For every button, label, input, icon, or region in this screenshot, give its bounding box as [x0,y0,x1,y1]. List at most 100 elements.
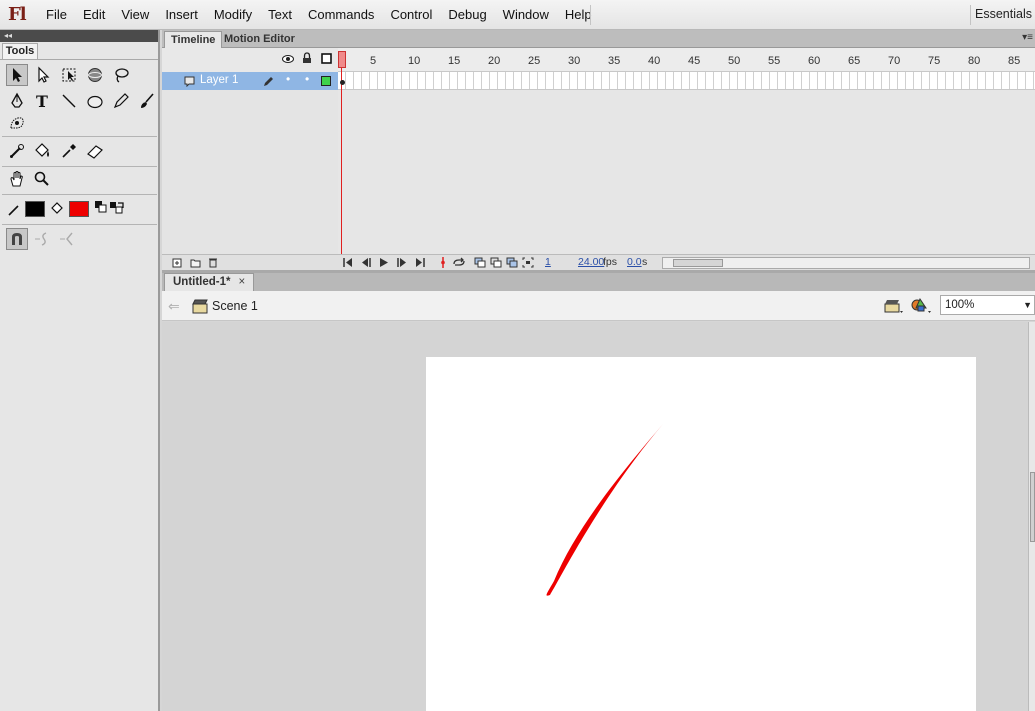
time-unit: s [642,256,648,268]
new-layer-icon[interactable] [172,258,182,268]
current-frame[interactable]: 1 [545,256,551,268]
smooth-icon[interactable] [31,228,53,250]
show-hide-eye-icon[interactable] [282,54,294,64]
delete-layer-icon[interactable] [208,257,218,268]
playhead[interactable] [338,51,346,68]
straighten-icon[interactable] [56,228,78,250]
menu-edit[interactable]: Edit [75,0,113,30]
subselection-tool-icon[interactable] [31,64,53,86]
eyedropper-tool-icon[interactable] [58,140,80,162]
panel-menu-icon[interactable]: ▾≡ [1022,32,1033,43]
collapse-panel-button[interactable]: ◂◂ [0,30,158,42]
stroke-color-swatch[interactable] [25,201,45,217]
menu-insert[interactable]: Insert [157,0,206,30]
brush-stroke[interactable] [426,357,976,711]
layer-name[interactable]: Layer 1 [200,74,238,86]
lasso-tool-icon[interactable] [110,64,132,86]
fps-unit: fps [603,256,618,268]
menu-modify[interactable]: Modify [206,0,260,30]
eraser-tool-icon[interactable] [84,140,106,162]
bone-tool-icon[interactable] [6,140,28,162]
modify-onion-markers-icon[interactable] [522,257,534,268]
layer-outline-color-swatch[interactable] [321,76,331,86]
back-arrow-icon[interactable]: ⇐ [168,298,180,315]
divider [2,166,157,167]
loop-icon[interactable] [452,257,466,268]
frame-rate[interactable]: 24.00 [578,256,604,268]
pasteboard[interactable] [162,322,1035,711]
oval-tool-icon[interactable] [84,90,106,112]
text-tool-icon[interactable]: T [31,90,53,112]
workspace-switcher[interactable]: Essentials [975,0,1032,30]
fill-color-swatch[interactable] [69,201,89,217]
menu-control[interactable]: Control [382,0,440,30]
document-tab[interactable]: Untitled-1* × [164,273,255,291]
ruler-label: 80 [968,55,981,67]
zoom-tool-icon[interactable] [31,168,53,190]
visibility-dot-icon[interactable]: • [286,72,290,86]
menu-view[interactable]: View [113,0,157,30]
divider [0,59,158,60]
outline-icon[interactable] [321,53,332,64]
timeline-horizontal-scrollbar[interactable] [662,257,1030,269]
free-transform-tool-icon[interactable] [58,64,80,86]
tools-panel: ◂◂ Tools T [0,30,160,711]
lock-icon[interactable] [302,52,312,64]
edit-symbols-icon[interactable] [910,296,932,315]
menu-window[interactable]: Window [495,0,557,30]
menu-debug[interactable]: Debug [440,0,494,30]
menu-help[interactable]: Help [557,0,600,30]
menu-file[interactable]: File [38,0,75,30]
line-tool-icon[interactable] [58,90,80,112]
divider [2,136,157,137]
close-icon[interactable]: × [239,276,246,288]
scrollbar-thumb[interactable] [673,259,723,267]
3d-rotation-tool-icon[interactable] [84,64,106,86]
tools-tab[interactable]: Tools [2,43,38,59]
layer-icon [184,76,195,87]
ruler-label: 70 [888,55,901,67]
zoom-select[interactable]: 100% ▼ [940,295,1035,315]
timeline-tabs: Timeline Motion Editor ▾≡ [162,30,1035,48]
go-to-first-frame-icon[interactable] [342,257,354,268]
playhead-line [341,68,342,256]
stage[interactable] [426,357,976,711]
ruler-label: 75 [928,55,941,67]
frame-ruler: 1 5 10 15 20 25 30 35 40 45 50 55 60 65 … [338,48,1035,72]
new-folder-icon[interactable] [190,258,201,268]
pen-tool-icon[interactable] [6,90,28,112]
lock-dot-icon[interactable]: • [305,72,309,86]
paint-bucket-tool-icon[interactable] [31,140,53,162]
hand-tool-icon[interactable] [6,168,28,190]
menu-commands[interactable]: Commands [300,0,382,30]
step-back-icon[interactable] [360,257,372,268]
scrollbar-thumb[interactable] [1030,472,1035,542]
ruler-label: 60 [808,55,821,67]
snap-to-objects-icon[interactable] [6,228,28,250]
tab-timeline[interactable]: Timeline [164,31,223,48]
brush-tool-icon[interactable] [136,90,158,112]
menu-text[interactable]: Text [260,0,300,30]
pencil-tool-icon[interactable] [110,90,132,112]
edit-multiple-frames-icon[interactable] [506,257,518,268]
go-to-last-frame-icon[interactable] [414,257,426,268]
deco-tool-icon[interactable] [6,112,28,134]
edit-scene-icon[interactable] [884,297,904,315]
ruler-label: 15 [448,55,461,67]
selection-tool-icon[interactable] [6,64,28,86]
elapsed-time[interactable]: 0.0 [627,256,642,268]
keyframe-dot[interactable] [340,80,345,85]
scene-label[interactable]: Scene 1 [212,299,258,313]
play-icon[interactable] [378,257,390,268]
layer-frame-row[interactable] [338,72,1035,90]
tab-motion-editor[interactable]: Motion Editor [218,31,301,48]
layer-row[interactable]: Layer 1 • • [162,72,338,90]
ruler-label: 55 [768,55,781,67]
center-frame-icon[interactable] [438,256,448,269]
frames-area[interactable]: 1 5 10 15 20 25 30 35 40 45 50 55 60 65 … [338,48,1035,256]
swap-colors-icon[interactable] [106,196,128,218]
stage-vertical-scrollbar[interactable] [1028,322,1035,711]
onion-skin-icon[interactable] [474,257,486,268]
onion-skin-outlines-icon[interactable] [490,257,502,268]
step-forward-icon[interactable] [396,257,408,268]
